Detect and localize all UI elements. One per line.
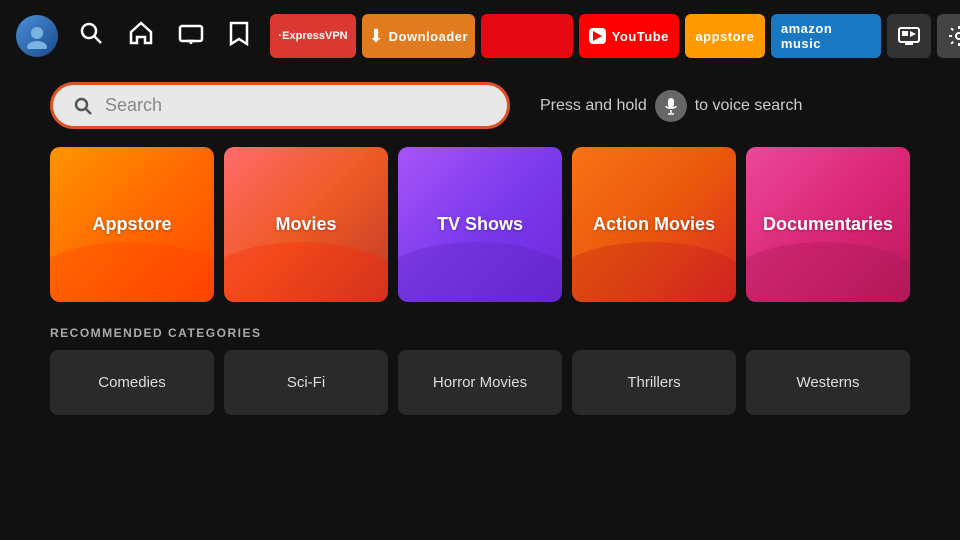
rec-tile-horror[interactable]: Horror Movies [398, 350, 562, 415]
rec-comedies-label: Comedies [98, 374, 166, 391]
top-nav: · ExpressVPN ⬇ Downloader NETFLIX YouTu… [0, 0, 960, 72]
expressvpn-app[interactable]: · ExpressVPN [270, 14, 356, 58]
tile-tvshows-label: TV Shows [437, 214, 523, 235]
downloader-app[interactable]: ⬇ Downloader [362, 14, 476, 58]
tile-tvshows[interactable]: TV Shows [398, 147, 562, 302]
youtube-play-icon [589, 28, 606, 44]
tiles-row: Appstore Movies TV Shows Action Movies D… [50, 147, 910, 302]
search-nav-icon[interactable] [74, 16, 108, 56]
netflix-app[interactable]: NETFLIX [481, 14, 573, 58]
settings-app[interactable] [937, 14, 960, 58]
voice-hint-suffix: to voice search [695, 97, 803, 115]
bookmark-icon[interactable] [224, 16, 254, 56]
search-icon [73, 96, 93, 116]
tile-movies-label: Movies [275, 214, 336, 235]
voice-search-hint: Press and hold to voice search [540, 90, 802, 122]
downloader-label: Downloader [389, 29, 468, 44]
appstore-label: appstore [695, 29, 754, 44]
search-section: Search Press and hold to voice search [0, 72, 960, 139]
amazon-music-app[interactable]: amazon music [771, 14, 881, 58]
microphone-icon [664, 97, 678, 115]
tile-appstore[interactable]: Appstore [50, 147, 214, 302]
home-icon[interactable] [124, 16, 158, 56]
avatar[interactable] [16, 15, 58, 57]
recommended-title: RECOMMENDED CATEGORIES [50, 326, 910, 340]
tile-appstore-label: Appstore [92, 214, 171, 235]
rec-horror-label: Horror Movies [433, 374, 527, 391]
expressvpn-text: ExpressVPN [282, 30, 347, 42]
tile-movies[interactable]: Movies [224, 147, 388, 302]
tv-icon[interactable] [174, 16, 208, 56]
rec-tile-westerns[interactable]: Westerns [746, 350, 910, 415]
search-placeholder-text: Search [105, 95, 162, 116]
tile-action-movies[interactable]: Action Movies [572, 147, 736, 302]
recommended-row: Comedies Sci-Fi Horror Movies Thrillers … [50, 350, 910, 415]
youtube-app[interactable]: YouTube [579, 14, 679, 58]
gear-icon [947, 24, 960, 48]
screenmirror-app[interactable] [887, 14, 931, 58]
screenmirror-icon [897, 24, 921, 48]
downloader-icon: ⬇ [369, 26, 384, 47]
tile-documentaries-label: Documentaries [763, 214, 893, 235]
youtube-label: YouTube [612, 29, 669, 44]
search-bar[interactable]: Search [50, 82, 510, 129]
rec-tile-thrillers[interactable]: Thrillers [572, 350, 736, 415]
recommended-section: RECOMMENDED CATEGORIES Comedies Sci-Fi H… [0, 310, 960, 423]
tile-documentaries[interactable]: Documentaries [746, 147, 910, 302]
mic-icon[interactable] [655, 90, 687, 122]
rec-scifi-label: Sci-Fi [287, 374, 325, 391]
nav-left-icons [16, 15, 254, 57]
rec-tile-scifi[interactable]: Sci-Fi [224, 350, 388, 415]
app-shortcuts: · ExpressVPN ⬇ Downloader NETFLIX YouTu… [270, 14, 960, 58]
rec-tile-comedies[interactable]: Comedies [50, 350, 214, 415]
amazon-music-label: amazon music [781, 21, 871, 51]
category-tiles: Appstore Movies TV Shows Action Movies D… [0, 139, 960, 310]
rec-westerns-label: Westerns [796, 374, 859, 391]
voice-hint-prefix: Press and hold [540, 97, 647, 115]
appstore-app[interactable]: appstore [685, 14, 765, 58]
netflix-label: NETFLIX [489, 25, 565, 48]
rec-thrillers-label: Thrillers [627, 374, 680, 391]
tile-action-label: Action Movies [593, 214, 715, 235]
